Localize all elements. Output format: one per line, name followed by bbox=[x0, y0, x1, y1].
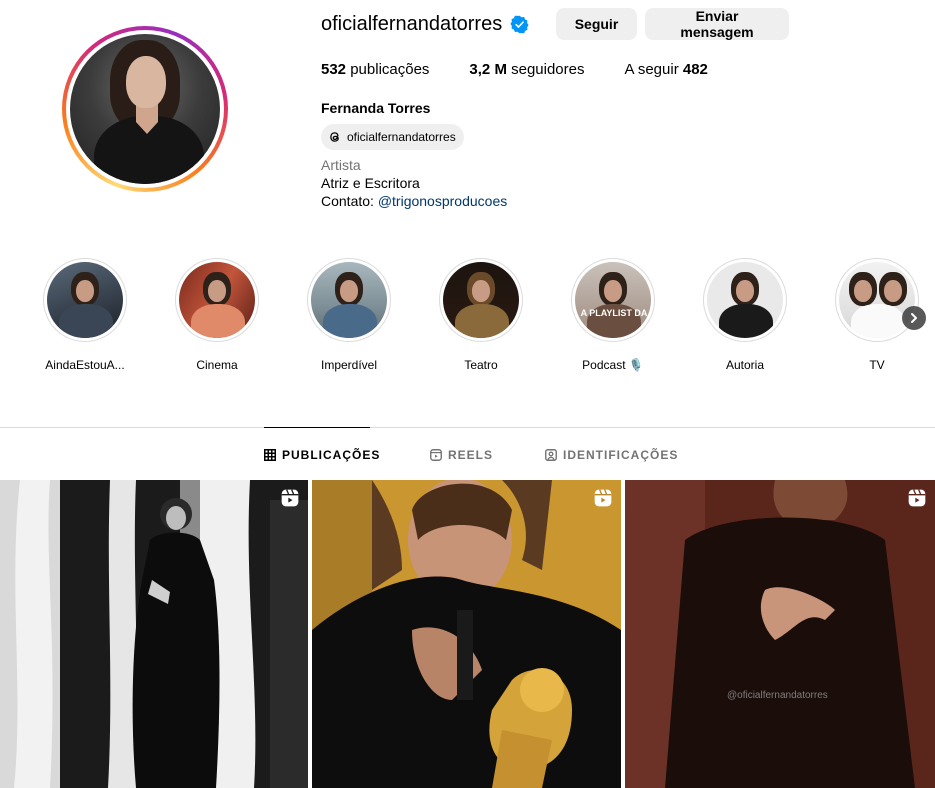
threads-link[interactable]: oficialfernandatorres bbox=[321, 124, 464, 150]
active-tab-indicator bbox=[264, 427, 370, 428]
avatar-frame bbox=[66, 30, 224, 188]
reel-icon bbox=[594, 489, 612, 507]
highlight-label: Podcast 🎙️ bbox=[582, 358, 644, 372]
posts-count-value: 532 bbox=[321, 61, 347, 78]
tagged-icon bbox=[545, 449, 557, 461]
bio-contact-mention-link[interactable]: @trigonosproducoes bbox=[378, 193, 507, 209]
highlight-label: Teatro bbox=[464, 358, 498, 372]
post-thumbnail[interactable] bbox=[312, 480, 621, 788]
highlight-label: AindaEstouA... bbox=[45, 358, 125, 372]
tab-reels[interactable]: REELS bbox=[430, 446, 493, 464]
highlights-next-button[interactable] bbox=[902, 306, 926, 330]
post-thumbnail[interactable] bbox=[0, 480, 308, 788]
tabs-divider bbox=[0, 427, 935, 428]
post-image bbox=[0, 480, 308, 788]
highlight-item[interactable]: AindaEstouA... bbox=[25, 258, 145, 372]
following-count-label: A seguir bbox=[624, 61, 679, 78]
full-name: Fernanda Torres bbox=[321, 100, 431, 116]
highlight-label: Autoria bbox=[725, 358, 765, 372]
tab-posts[interactable]: PUBLICAÇÕES bbox=[264, 446, 380, 464]
highlight-cover bbox=[443, 262, 519, 338]
highlight-cover bbox=[707, 262, 783, 338]
highlight-cover: A PLAYLIST DA bbox=[575, 262, 651, 338]
story-highlights: AindaEstouA... Cinema Imperdível Teatro bbox=[0, 258, 935, 378]
highlight-item[interactable]: Imperdível bbox=[289, 258, 409, 372]
follow-button[interactable]: Seguir bbox=[556, 8, 637, 40]
tab-label: IDENTIFICAÇÕES bbox=[563, 448, 679, 462]
grid-icon bbox=[264, 449, 276, 461]
tab-label: REELS bbox=[448, 448, 494, 462]
chevron-right-icon bbox=[911, 313, 917, 323]
highlight-cover-ring bbox=[175, 258, 259, 342]
username: oficialfernandatorres bbox=[321, 12, 503, 35]
posts-count-label: publicações bbox=[350, 61, 430, 78]
bio-contact-prefix: Contato: bbox=[321, 193, 374, 209]
highlight-label: Imperdível bbox=[320, 358, 378, 372]
highlight-cover bbox=[839, 262, 915, 338]
highlight-cover-ring bbox=[439, 258, 523, 342]
reel-icon bbox=[908, 489, 926, 507]
following-count-value: 482 bbox=[682, 61, 708, 78]
highlight-cover-ring: A PLAYLIST DA bbox=[571, 258, 655, 342]
highlight-item[interactable]: Teatro bbox=[421, 258, 541, 372]
bio-contact: Contato: @trigonosproducoes bbox=[321, 193, 507, 209]
post-image bbox=[625, 480, 935, 788]
posts-count: 532 publicações bbox=[321, 61, 429, 78]
avatar[interactable] bbox=[70, 34, 220, 184]
highlight-item[interactable]: Cinema bbox=[157, 258, 277, 372]
followers-count-value: 3,2 M bbox=[469, 61, 507, 78]
profile-stats: 532 publicações 3,2 M seguidores A segui… bbox=[321, 61, 748, 78]
highlight-cover bbox=[311, 262, 387, 338]
send-message-button[interactable]: Enviar mensagem bbox=[645, 8, 789, 40]
post-thumbnail[interactable]: @oficialfernandatorres bbox=[625, 480, 935, 788]
following-count[interactable]: A seguir 482 bbox=[625, 61, 708, 78]
verified-badge-icon bbox=[510, 15, 529, 33]
highlight-cover bbox=[179, 262, 255, 338]
followers-count-label: seguidores bbox=[511, 61, 585, 78]
profile-avatar-ring[interactable] bbox=[62, 26, 228, 192]
reel-icon bbox=[281, 489, 299, 507]
username-row: oficialfernandatorres bbox=[321, 8, 529, 40]
followers-count[interactable]: 3,2 M seguidores bbox=[469, 61, 584, 78]
highlight-cover bbox=[47, 262, 123, 338]
post-watermark: @oficialfernandatorres bbox=[727, 690, 828, 701]
highlight-item[interactable]: Autoria bbox=[685, 258, 805, 372]
profile-category: Artista bbox=[321, 157, 361, 173]
highlight-label: TV bbox=[869, 358, 885, 372]
highlight-cover-text: A PLAYLIST DA bbox=[580, 308, 648, 318]
highlight-cover-ring bbox=[43, 258, 127, 342]
bio-line: Atriz e Escritora bbox=[321, 175, 420, 191]
highlight-label: Cinema bbox=[196, 358, 238, 372]
highlight-cover-ring bbox=[703, 258, 787, 342]
threads-icon bbox=[330, 132, 339, 142]
post-image bbox=[312, 480, 621, 788]
highlight-cover-ring bbox=[307, 258, 391, 342]
tab-label: PUBLICAÇÕES bbox=[282, 448, 381, 462]
highlight-cover-ring bbox=[835, 258, 919, 342]
tab-tagged[interactable]: IDENTIFICAÇÕES bbox=[545, 446, 678, 464]
reels-icon bbox=[430, 449, 442, 461]
threads-handle: oficialfernandatorres bbox=[347, 130, 456, 144]
highlight-item[interactable]: A PLAYLIST DA Podcast 🎙️ bbox=[553, 258, 673, 372]
